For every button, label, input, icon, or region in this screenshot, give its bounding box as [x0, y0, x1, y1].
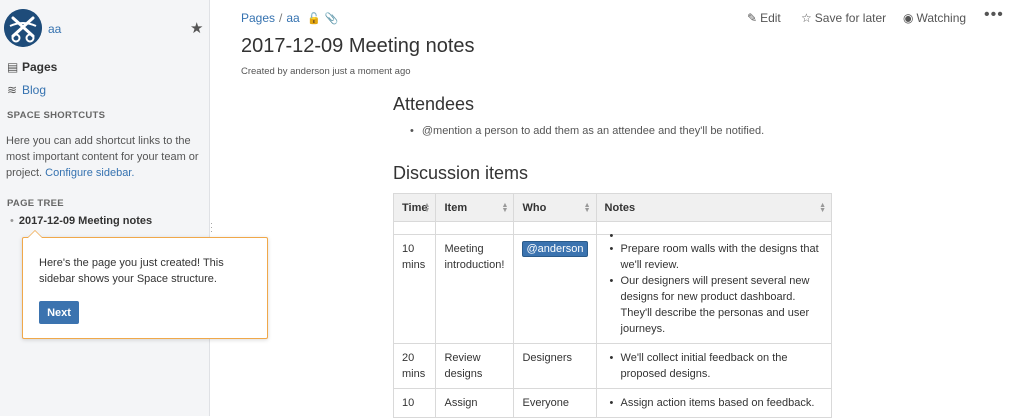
time-cell[interactable]: 20 mins	[392, 343, 437, 389]
attachment-icon[interactable]: 📎	[325, 13, 339, 25]
page-tree-item-label: 2017-12-09 Meeting notes	[18, 215, 153, 227]
column-header-notes[interactable]: Notes ▲ ▼	[595, 193, 833, 222]
item-cell[interactable]: Meeting introduction!	[435, 234, 515, 344]
table-row: 20 mins Review designs Designers We'll c…	[392, 343, 833, 389]
page-title: 2017-12-09 Meeting notes	[241, 35, 475, 57]
table-row: 10 mins Meeting introduction! @anderson …	[392, 234, 833, 344]
discussion-heading: Discussion items	[393, 163, 529, 183]
header-label: Notes	[604, 201, 636, 214]
pencil-icon: ✎	[747, 11, 758, 25]
attendee-hint: @mention a person to add them as an atte…	[421, 125, 765, 137]
tree-bullet-icon: •	[10, 215, 14, 227]
configure-sidebar-link[interactable]: Configure sidebar.	[45, 167, 134, 179]
table-row	[392, 221, 833, 244]
breadcrumb-pages[interactable]: Pages	[241, 11, 275, 25]
more-actions-button[interactable]: •••	[984, 6, 1004, 24]
notes-cell[interactable]	[595, 221, 833, 244]
sort-icon: ▲ ▼	[819, 202, 826, 214]
sidebar-item-label: Pages	[22, 60, 58, 74]
unlock-icon[interactable]: 🔓	[307, 13, 321, 25]
time-cell[interactable]	[392, 221, 437, 235]
page-byline: Created by anderson just a moment ago	[241, 66, 411, 77]
page-tree-heading: PAGE TREE	[7, 198, 64, 209]
sort-icon: ▲ ▼	[423, 202, 431, 214]
watch-label: Watching	[916, 11, 967, 25]
breadcrumb-space[interactable]: aa	[286, 11, 299, 25]
who-cell[interactable]	[513, 221, 597, 235]
shortcuts-heading: SPACE SHORTCUTS	[7, 110, 106, 121]
page-tree-item[interactable]: • 2017-12-09 Meeting notes	[10, 215, 152, 227]
note-item: Our designers will present several new d…	[605, 273, 823, 337]
item-cell[interactable]: Assign	[435, 388, 515, 418]
list-bullet-icon: •	[410, 125, 414, 137]
space-header: aa ★	[4, 9, 204, 49]
notes-cell[interactable]: Assign action items based on feedback.	[595, 388, 833, 418]
breadcrumb-separator: /	[279, 11, 283, 25]
note-item: Assign action items based on feedback.	[605, 395, 823, 411]
who-cell[interactable]: Designers	[513, 343, 597, 389]
sidebar-item-label: Blog	[22, 83, 47, 97]
watching-button[interactable]: ◉ Watching	[903, 11, 966, 25]
tooltip-arrow	[27, 230, 43, 238]
onboarding-tooltip: Here's the page you just created! This s…	[22, 230, 268, 339]
note-item: We'll collect initial feedback on the pr…	[605, 350, 823, 382]
shortcuts-description: Here you can add shortcut links to the m…	[6, 133, 202, 181]
discussion-table: Time ▲ ▼ Item ▲ ▼ Who ▲ ▼ Notes ▲ ▼ 10 mins Meet…	[392, 193, 833, 418]
table-header-row: Time ▲ ▼ Item ▲ ▼ Who ▲ ▼ Notes ▲ ▼	[392, 193, 833, 222]
sidebar-item-pages[interactable]: ▤ Pages	[7, 60, 57, 74]
attendees-heading: Attendees	[393, 94, 475, 114]
note-item: Prepare room walls with the designs that…	[605, 241, 823, 273]
notes-cell[interactable]: We'll collect initial feedback on the pr…	[595, 343, 833, 389]
item-cell[interactable]: Review designs	[435, 343, 515, 389]
eye-icon: ◉	[903, 11, 914, 25]
pages-icon: ▤	[7, 60, 19, 74]
scissors-logo-icon[interactable]	[4, 9, 42, 47]
breadcrumb: Pages / aa 🔓 📎	[241, 11, 338, 25]
header-label: Who	[522, 201, 547, 214]
table-row: 10 Assign Everyone Assign action items b…	[392, 388, 833, 418]
sidebar: aa ★ ▤ Pages ≋ Blog SPACE SHORTCUTS Here y…	[0, 0, 210, 416]
star-outline-icon: ☆	[801, 11, 812, 25]
header-label: Item	[444, 201, 468, 214]
who-cell[interactable]: @anderson	[513, 234, 597, 344]
time-cell[interactable]: 10 mins	[392, 234, 437, 344]
user-mention[interactable]: @anderson	[522, 241, 588, 257]
edit-button[interactable]: ✎ Edit	[747, 11, 781, 25]
column-header-time[interactable]: Time ▲ ▼	[392, 193, 437, 222]
who-cell[interactable]: Everyone	[513, 388, 597, 418]
sidebar-item-blog[interactable]: ≋ Blog	[7, 83, 46, 97]
sort-icon: ▲ ▼	[583, 202, 591, 214]
sidebar-resize-handle[interactable]: · · ·	[210, 219, 213, 236]
sort-icon: ▲ ▼	[501, 202, 509, 214]
item-cell[interactable]	[435, 221, 515, 235]
save-label: Save for later	[814, 11, 887, 25]
time-cell[interactable]: 10	[392, 388, 437, 418]
attendee-list-item[interactable]: • @mention a person to add them as an att…	[410, 125, 764, 137]
tooltip-text: Here's the page you just created! This s…	[39, 257, 224, 285]
edit-label: Edit	[760, 11, 781, 25]
column-header-who[interactable]: Who ▲ ▼	[513, 193, 597, 222]
notes-cell[interactable]: Prepare room walls with the designs that…	[595, 234, 833, 344]
next-button[interactable]: Next	[39, 301, 79, 324]
rss-icon: ≋	[7, 83, 18, 97]
star-icon[interactable]: ★	[190, 19, 203, 37]
column-header-item[interactable]: Item ▲ ▼	[435, 193, 515, 222]
save-for-later-button[interactable]: ☆ Save for later	[801, 11, 886, 25]
space-name-link[interactable]: aa	[48, 22, 61, 36]
